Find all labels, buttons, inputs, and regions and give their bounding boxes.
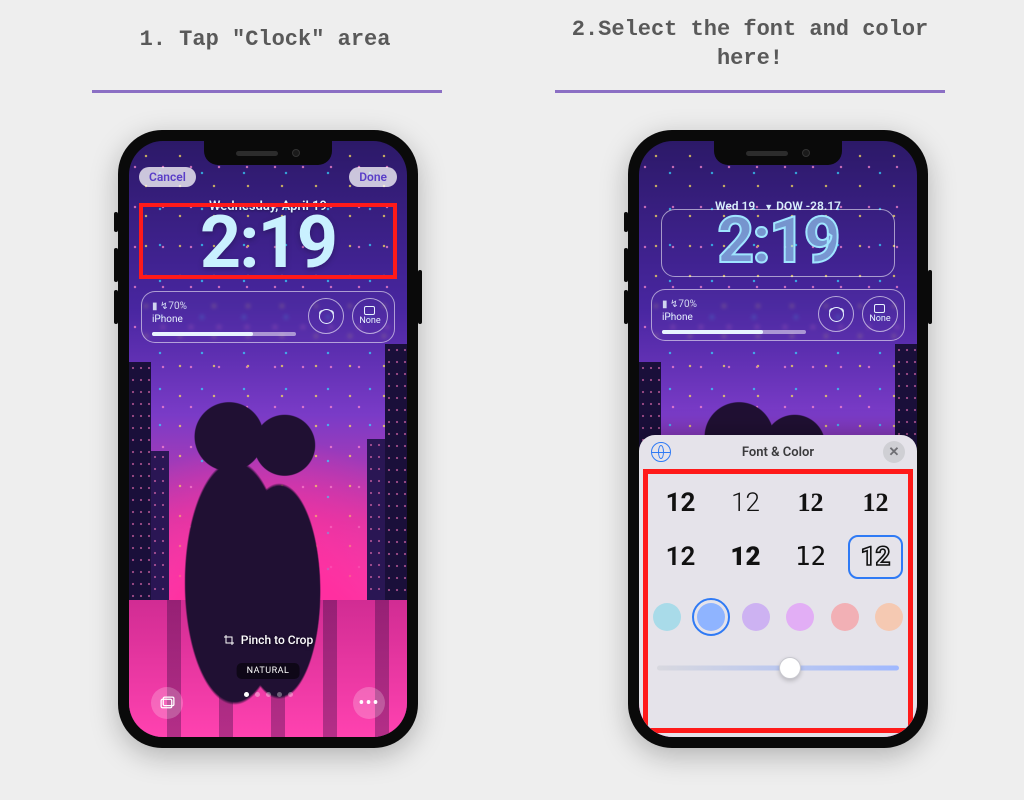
lock-clock[interactable]: 2:19 bbox=[129, 207, 407, 279]
battery-widget[interactable]: ▮ ↯70% iPhone bbox=[658, 296, 810, 334]
mute-switch bbox=[624, 212, 628, 232]
widget-row[interactable]: ▮ ↯70% iPhone None bbox=[141, 291, 395, 343]
sheet-header: Font & Color ✕ bbox=[639, 435, 917, 469]
font-color-sheet: Font & Color ✕ 1212121212121212 bbox=[639, 435, 917, 737]
side-button bbox=[928, 270, 932, 324]
step-1-caption: 1. Tap "Clock" area bbox=[90, 26, 440, 55]
font-option-reg[interactable]: 12 bbox=[653, 535, 708, 579]
calendar-icon bbox=[874, 304, 885, 313]
phone-1-screen: Cancel Done Wednesday, April 19 2:19 ▮ ↯… bbox=[129, 141, 407, 737]
step-2-divider bbox=[555, 90, 945, 93]
color-swatch-5[interactable] bbox=[875, 603, 903, 631]
font-option-mono[interactable]: 12 bbox=[783, 535, 838, 579]
more-icon: ••• bbox=[358, 693, 379, 714]
more-button[interactable]: ••• bbox=[353, 687, 385, 719]
calendar-none-label: None bbox=[869, 314, 890, 324]
done-button[interactable]: Done bbox=[349, 167, 397, 187]
mute-switch bbox=[114, 212, 118, 232]
battery-percent: 70% bbox=[168, 301, 187, 312]
close-icon: ✕ bbox=[889, 445, 900, 460]
volume-down-button bbox=[114, 290, 118, 324]
calendar-icon bbox=[364, 306, 375, 315]
battery-percent: 70% bbox=[678, 299, 697, 310]
hue-slider[interactable] bbox=[657, 657, 899, 679]
pinch-crop-hint: Pinch to Crop bbox=[129, 633, 407, 647]
mode-chip: NATURAL bbox=[237, 663, 300, 679]
globe-icon[interactable] bbox=[651, 442, 671, 462]
notch bbox=[204, 141, 332, 165]
battery-widget[interactable]: ▮ ↯70% iPhone bbox=[148, 298, 300, 336]
alarm-widget[interactable] bbox=[308, 298, 344, 334]
font-option-bold[interactable]: 12 bbox=[653, 481, 708, 525]
widget-row[interactable]: ▮ ↯70% iPhone None bbox=[651, 289, 905, 341]
font-option-outline[interactable]: 12 bbox=[848, 535, 903, 579]
calendar-none-label: None bbox=[359, 316, 380, 326]
lock-clock[interactable]: 2:19 bbox=[639, 209, 917, 273]
color-swatch-2[interactable] bbox=[742, 603, 770, 631]
font-option-slab[interactable]: 12 bbox=[848, 481, 903, 525]
photos-button[interactable] bbox=[151, 687, 183, 719]
notch bbox=[714, 141, 842, 165]
color-swatch-4[interactable] bbox=[831, 603, 859, 631]
font-option-thin[interactable]: 12 bbox=[718, 481, 773, 525]
close-button[interactable]: ✕ bbox=[883, 441, 905, 463]
phone-2-screen: Wed 19 ▼ DOW -28.17 2:19 ▮ ↯70% iPhone N… bbox=[639, 141, 917, 737]
calendar-widget[interactable]: None bbox=[352, 298, 388, 334]
alarm-widget[interactable] bbox=[818, 296, 854, 332]
color-swatch-1[interactable] bbox=[697, 603, 725, 631]
photos-icon bbox=[159, 695, 176, 712]
crop-icon bbox=[223, 634, 235, 646]
step-2-caption: 2.Select the font and color here! bbox=[560, 16, 940, 73]
color-swatch-3[interactable] bbox=[786, 603, 814, 631]
slider-thumb[interactable] bbox=[779, 657, 801, 679]
battery-device: iPhone bbox=[152, 314, 183, 325]
side-button bbox=[418, 270, 422, 324]
cancel-button[interactable]: Cancel bbox=[139, 167, 196, 187]
font-grid: 1212121212121212 bbox=[653, 481, 903, 579]
calendar-widget[interactable]: None bbox=[862, 296, 898, 332]
font-option-serif[interactable]: 12 bbox=[783, 481, 838, 525]
volume-down-button bbox=[624, 290, 628, 324]
phone-mockup-2: Wed 19 ▼ DOW -28.17 2:19 ▮ ↯70% iPhone N… bbox=[628, 130, 928, 748]
slider-track bbox=[657, 666, 899, 671]
sheet-title: Font & Color bbox=[639, 445, 917, 460]
font-option-heavy[interactable]: 12 bbox=[718, 535, 773, 579]
color-row bbox=[653, 603, 903, 631]
volume-up-button bbox=[114, 248, 118, 282]
step-1-divider bbox=[92, 90, 442, 93]
battery-device: iPhone bbox=[662, 312, 693, 323]
volume-up-button bbox=[624, 248, 628, 282]
color-swatch-0[interactable] bbox=[653, 603, 681, 631]
phone-mockup-1: Cancel Done Wednesday, April 19 2:19 ▮ ↯… bbox=[118, 130, 418, 748]
